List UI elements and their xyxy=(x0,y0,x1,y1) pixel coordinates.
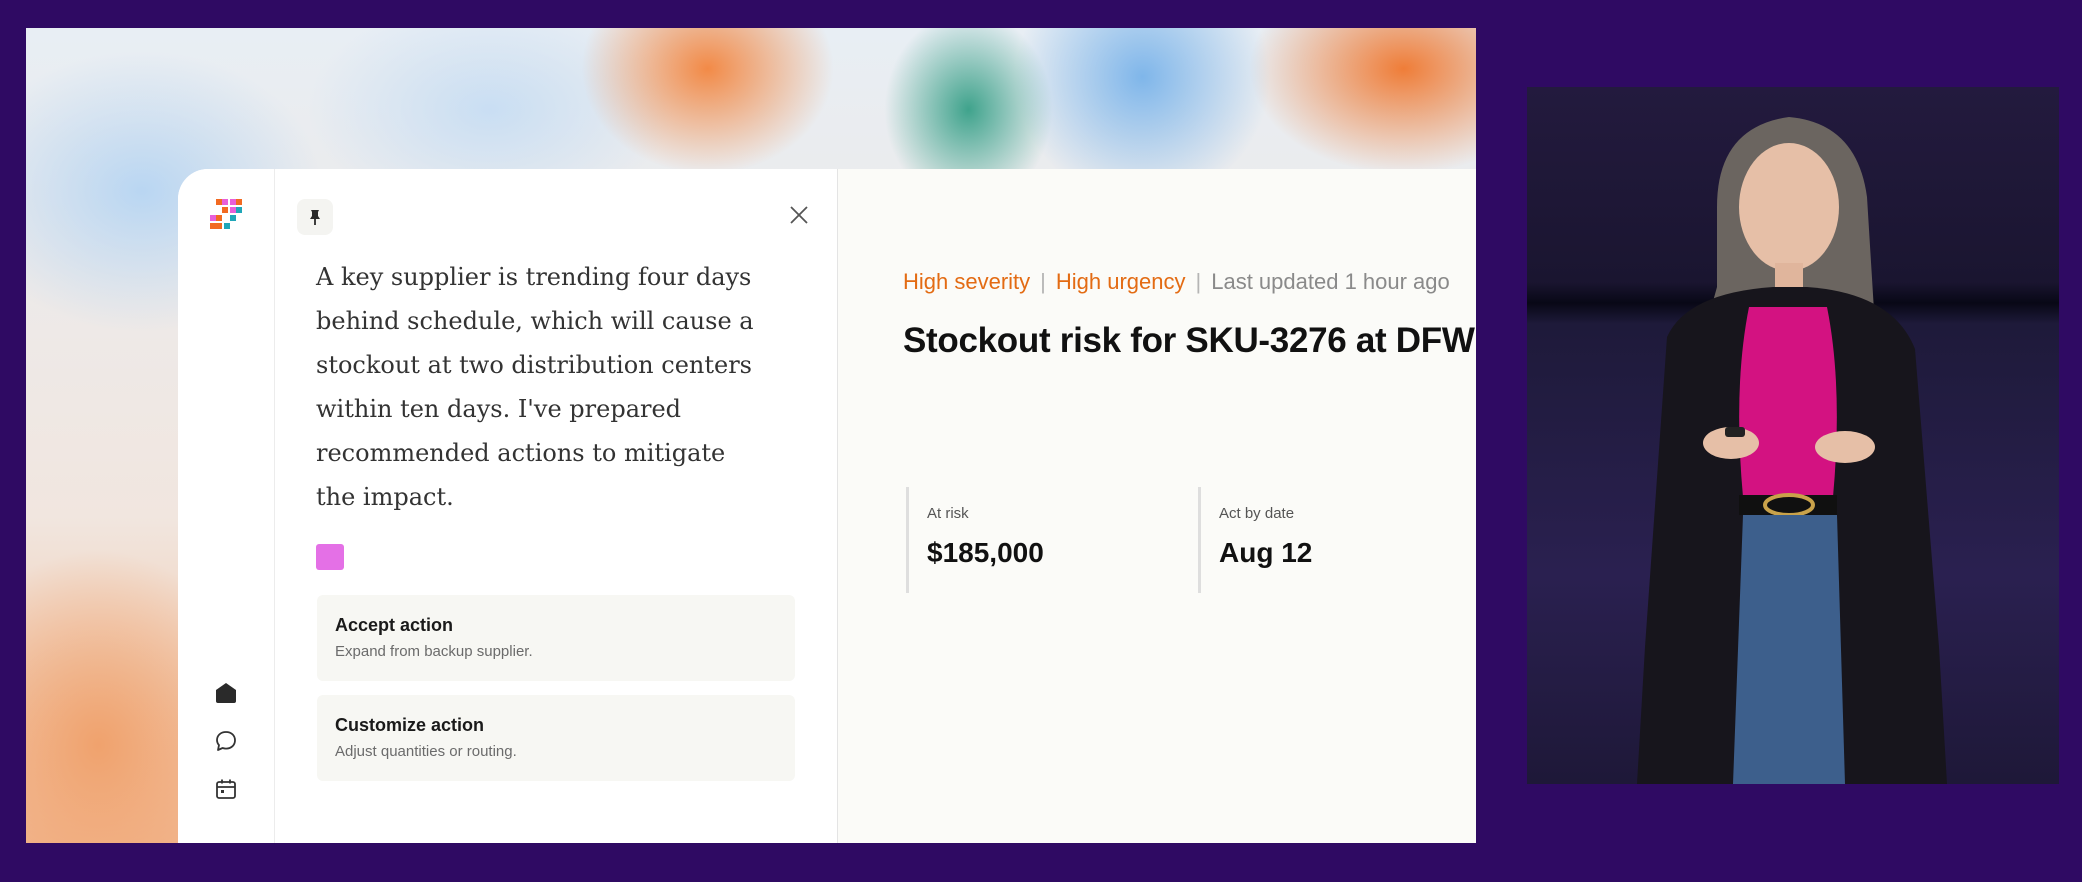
stat-value: $185,000 xyxy=(927,537,1044,568)
status-swatch xyxy=(316,544,344,570)
app-window: A key supplier is trending four days beh… xyxy=(178,169,1476,843)
chat-bubble-icon[interactable] xyxy=(214,729,238,753)
presenter-figure xyxy=(1637,117,1947,784)
urgency-badge: High urgency xyxy=(1055,269,1186,294)
severity-badge: High severity xyxy=(903,269,1031,294)
calendar-icon[interactable] xyxy=(214,777,238,801)
separator: | xyxy=(1195,269,1202,294)
home-icon[interactable] xyxy=(214,681,238,705)
action-description: Expand from backup supplier. xyxy=(335,643,533,660)
stat-value: Aug 12 xyxy=(1219,537,1313,568)
last-updated: Last updated 1 hour ago xyxy=(1211,269,1450,294)
pin-icon[interactable] xyxy=(297,199,333,235)
app-logo-icon[interactable] xyxy=(208,199,244,236)
page-title: Stockout risk for SKU-3276 at DFW an xyxy=(903,321,1476,360)
accept-action-button[interactable]: Accept action Expand from backup supplie… xyxy=(317,595,795,681)
stat-label: At risk xyxy=(927,505,969,522)
assistant-panel: A key supplier is trending four days beh… xyxy=(275,169,838,843)
action-title: Customize action xyxy=(335,715,485,735)
detail-pane: High severity | High urgency | Last updated … xyxy=(838,169,1476,843)
separator: | xyxy=(1040,269,1046,294)
action-title: Accept action xyxy=(335,615,454,635)
stat-act-by-date: Act by date Aug 12 xyxy=(1198,487,1312,593)
alert-meta: High severity | High urgency | Last updated … xyxy=(903,269,1450,295)
assistant-message: A key supplier is trending four days beh… xyxy=(316,263,754,511)
close-icon[interactable] xyxy=(787,203,811,227)
stat-label: Act by date xyxy=(1219,505,1295,522)
customize-action-button[interactable]: Customize action Adjust quantities or ro… xyxy=(317,695,795,781)
stat-at-risk: At risk $185,000 xyxy=(906,487,1044,593)
slide-frame: A key supplier is trending four days beh… xyxy=(26,28,1476,843)
presenter-video xyxy=(1527,87,2059,784)
action-description: Adjust quantities or routing. xyxy=(335,743,517,760)
nav-rail xyxy=(178,169,275,843)
